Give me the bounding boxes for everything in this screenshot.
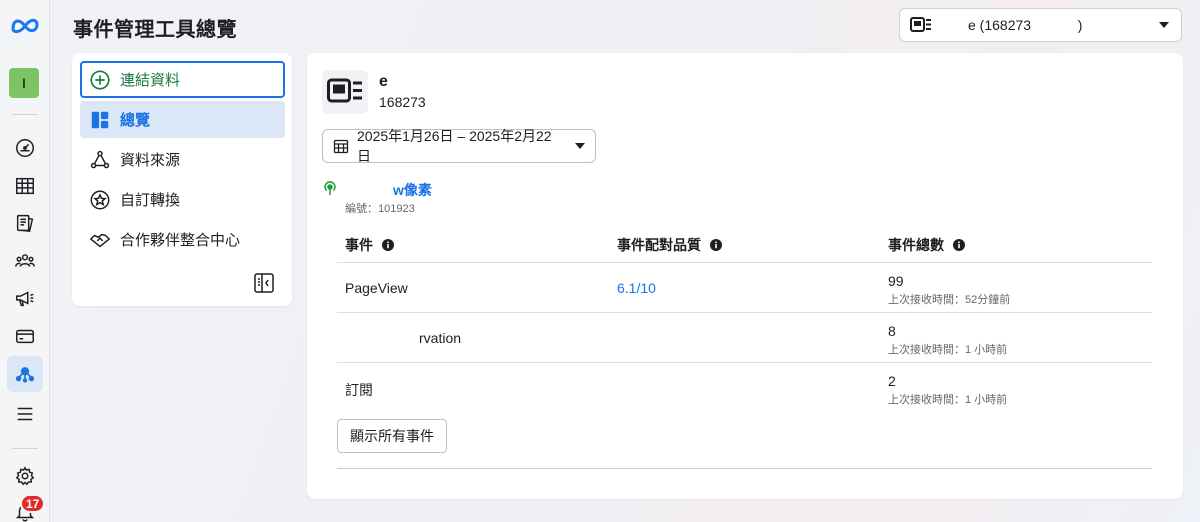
data-sources-icon	[88, 148, 112, 172]
settings-gear-icon[interactable]	[7, 458, 43, 494]
dataset-name: e	[379, 73, 388, 90]
star-badge-icon	[88, 188, 112, 212]
table-bottom-divider	[337, 468, 1152, 469]
date-range-picker[interactable]: 2025年1月26日 – 2025年2月22日	[322, 128, 596, 164]
nav-item-data-sources[interactable]: 資料來源	[80, 141, 285, 178]
info-icon[interactable]	[953, 239, 965, 251]
column-header-match-quality: 事件配對品質	[617, 228, 722, 262]
nav-item-label: 自訂轉換	[120, 192, 181, 209]
dataset-icon	[910, 17, 932, 33]
overview-icon	[88, 108, 112, 132]
pixel-status-icon	[322, 180, 338, 196]
billing-card-icon[interactable]	[7, 318, 43, 354]
column-header-event: 事件	[345, 228, 394, 262]
collapse-panel-icon[interactable]	[253, 272, 275, 294]
nav-item-connect-data[interactable]: 連結資料	[80, 61, 285, 98]
column-header-total-events: 事件總數	[888, 228, 965, 262]
global-nav-rail: I 17	[0, 0, 50, 522]
events-manager-icon[interactable]	[7, 356, 43, 392]
account-selector-label: e (168273 )	[968, 17, 1083, 33]
menu-icon[interactable]	[7, 396, 43, 432]
column-header-label: 事件配對品質	[617, 237, 701, 253]
last-received: 上次接收時間：52分鐘前	[888, 294, 1011, 306]
account-selector-dropdown[interactable]: e (168273 )	[899, 8, 1182, 42]
nav-item-custom-conversions[interactable]: 自訂轉換	[80, 181, 285, 218]
handshake-icon	[88, 228, 112, 252]
dataset-id: 168273	[379, 94, 426, 110]
pixel-name-link[interactable]: w像素	[393, 180, 432, 200]
calendar-icon	[333, 138, 349, 154]
match-quality-link[interactable]: 6.1/10	[617, 280, 656, 296]
rail-divider	[12, 448, 38, 449]
event-name[interactable]: PageView	[345, 280, 408, 296]
column-header-label: 事件總數	[888, 237, 944, 253]
pixel-id: 編號：101923	[345, 203, 415, 215]
overview-main-panel: e 168273 2025年1月26日 – 2025年2月22日 w像素 編號：…	[307, 53, 1183, 499]
row-divider	[337, 312, 1152, 313]
rail-divider	[12, 114, 38, 115]
info-icon[interactable]	[710, 239, 722, 251]
last-received: 上次接收時間：1 小時前	[888, 344, 1008, 356]
nav-item-label: 合作夥伴整合中心	[120, 232, 241, 249]
event-name[interactable]: rvation	[419, 330, 461, 346]
dataset-icon	[322, 70, 368, 114]
event-count: 8	[888, 323, 896, 339]
row-divider	[337, 362, 1152, 363]
event-name[interactable]: 訂閱	[345, 380, 373, 400]
dashboard-gauge-icon[interactable]	[7, 130, 43, 166]
chevron-down-icon	[1159, 22, 1169, 28]
info-icon[interactable]	[382, 239, 394, 251]
table-icon[interactable]	[7, 168, 43, 204]
show-all-events-button[interactable]: 顯示所有事件	[337, 419, 447, 453]
event-count: 2	[888, 373, 896, 389]
account-avatar[interactable]: I	[9, 68, 39, 98]
catalog-icon[interactable]	[7, 205, 43, 241]
last-received: 上次接收時間：1 小時前	[888, 394, 1008, 406]
column-header-label: 事件	[345, 237, 373, 253]
nav-item-label: 總覽	[120, 112, 151, 129]
events-manager-nav: 連結資料 總覽 資料來源 自訂轉換 合作夥伴整合中心	[72, 53, 292, 306]
nav-item-partner-integrations[interactable]: 合作夥伴整合中心	[80, 221, 285, 258]
event-count: 99	[888, 273, 904, 289]
meta-logo-icon[interactable]	[7, 7, 43, 43]
plus-circle-icon	[88, 68, 112, 92]
nav-item-label: 連結資料	[120, 72, 181, 89]
page-title: 事件管理工具總覽	[73, 19, 237, 41]
nav-item-label: 資料來源	[120, 152, 181, 169]
megaphone-icon[interactable]	[7, 280, 43, 316]
row-divider	[337, 262, 1152, 263]
chevron-down-icon	[575, 143, 585, 149]
nav-item-overview[interactable]: 總覽	[80, 101, 285, 138]
date-range-label: 2025年1月26日 – 2025年2月22日	[357, 128, 552, 164]
notification-count-badge: 17	[20, 494, 46, 513]
audience-icon[interactable]	[7, 243, 43, 279]
